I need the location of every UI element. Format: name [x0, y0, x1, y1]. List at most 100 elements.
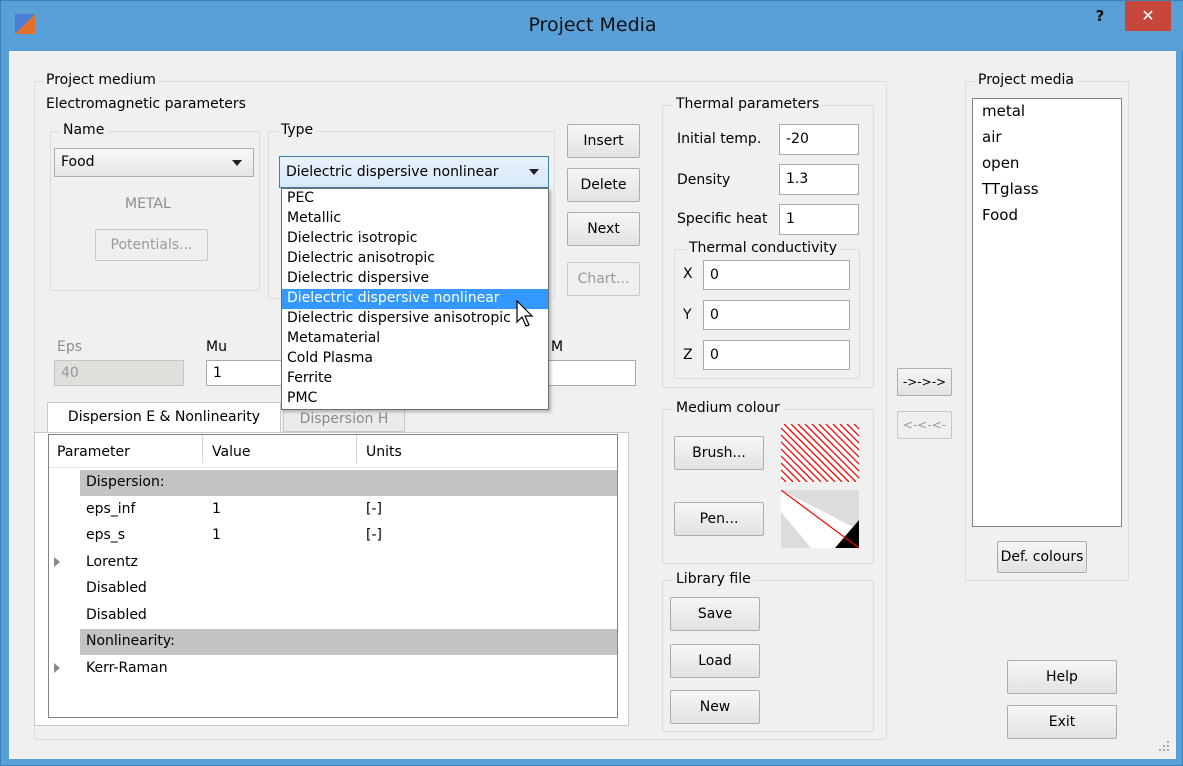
param-cell: eps_s	[86, 527, 126, 543]
type-option[interactable]: Dielectric dispersive anisotropic	[282, 309, 548, 329]
type-option[interactable]: Ferrite	[282, 369, 548, 389]
brush-preview	[781, 424, 859, 482]
project-medium-title: Project medium	[43, 72, 159, 88]
type-option[interactable]: Metallic	[282, 209, 548, 229]
eps-field[interactable]: 40	[54, 360, 184, 386]
type-select[interactable]: Dielectric dispersive nonlinear	[279, 156, 549, 188]
param-cell: eps_inf	[86, 500, 136, 517]
tree-row[interactable]: Disabled	[49, 576, 625, 602]
medium-colour-title: Medium colour	[673, 400, 783, 416]
add-to-project-button[interactable]: ->->->	[897, 368, 952, 396]
value-cell[interactable]: 1	[212, 527, 221, 543]
em-parameters-title: Electromagnetic parameters	[43, 96, 249, 112]
media-list-item[interactable]: metal	[973, 99, 1121, 125]
chevron-down-icon	[232, 160, 242, 166]
close-button[interactable]: ✕	[1125, 1, 1171, 31]
header-separator	[202, 435, 203, 463]
initial-temp-label: Initial temp.	[677, 131, 762, 147]
conductivity-z-field[interactable]: 0	[703, 340, 850, 370]
name-select-value: Food	[61, 154, 95, 170]
pen-button[interactable]: Pen...	[674, 502, 764, 536]
window-title: Project Media	[528, 14, 657, 36]
header-parameter[interactable]: Parameter	[57, 444, 130, 460]
param-cell: Dispersion:	[86, 474, 165, 490]
tree-section-row[interactable]: Dispersion:	[49, 470, 625, 496]
conductivity-y-field[interactable]: 0	[703, 300, 850, 330]
m-label: M	[551, 339, 564, 355]
tree-section-row[interactable]: Nonlinearity:	[49, 629, 625, 655]
tree-row[interactable]: Lorentz	[49, 550, 625, 576]
brush-button[interactable]: Brush...	[674, 436, 764, 470]
header-separator	[356, 435, 357, 463]
delete-button[interactable]: Delete	[567, 168, 640, 202]
density-label: Density	[677, 172, 731, 188]
type-select-value: Dielectric dispersive nonlinear	[286, 164, 499, 180]
type-option[interactable]: Dielectric dispersive	[282, 269, 548, 289]
media-list-item[interactable]: Food	[973, 203, 1121, 229]
param-cell: Lorentz	[86, 553, 138, 570]
tree-header: Parameter Value Units	[49, 435, 617, 468]
tab-dispersion-e-nonlinearity[interactable]: Dispersion E & Nonlinearity	[47, 402, 281, 433]
tree-row[interactable]: eps_inf 1 [-]	[49, 497, 625, 523]
remove-from-project-button[interactable]: <-<-<-	[897, 411, 952, 439]
expand-arrow-icon[interactable]	[54, 662, 60, 673]
help-button[interactable]: Help	[1007, 660, 1117, 694]
thermal-parameters-title: Thermal parameters	[673, 96, 823, 112]
tree-row[interactable]: eps_s 1 [-]	[49, 523, 625, 549]
expand-arrow-icon[interactable]	[54, 556, 60, 567]
m-field[interactable]	[540, 360, 636, 386]
resize-grip-icon[interactable]	[1158, 740, 1170, 752]
density-field[interactable]: 1.3	[779, 164, 859, 195]
next-button[interactable]: Next	[567, 212, 640, 246]
type-option[interactable]: Metamaterial	[282, 329, 548, 349]
name-group-title: Name	[60, 122, 108, 138]
type-group-title: Type	[278, 122, 317, 138]
header-value[interactable]: Value	[212, 444, 250, 460]
name-select[interactable]: Food	[54, 148, 254, 177]
conductivity-x-field[interactable]: 0	[703, 260, 850, 290]
new-button[interactable]: New	[670, 690, 760, 724]
param-cell: Disabled	[86, 606, 147, 623]
potentials-button[interactable]: Potentials...	[95, 229, 208, 261]
header-units[interactable]: Units	[366, 444, 402, 460]
type-option[interactable]: Dielectric anisotropic	[282, 249, 548, 269]
type-option[interactable]: PMC	[282, 389, 548, 409]
type-dropdown-list[interactable]: PEC Metallic Dielectric isotropic Dielectri…	[281, 188, 549, 410]
exit-button[interactable]: Exit	[1007, 705, 1117, 739]
eps-label: Eps	[57, 339, 83, 355]
chart-button[interactable]: Chart...	[567, 262, 640, 296]
units-cell: [-]	[366, 500, 382, 517]
project-media-title: Project media	[975, 72, 1077, 88]
title-bar[interactable]: Project Media ? ✕	[1, 1, 1183, 51]
value-cell[interactable]: 1	[212, 501, 221, 517]
type-option[interactable]: Cold Plasma	[282, 349, 548, 369]
help-icon[interactable]: ?	[1088, 7, 1112, 31]
media-list-item[interactable]: open	[973, 151, 1121, 177]
units-cell: [-]	[366, 527, 382, 543]
tree-row[interactable]: Kerr-Raman	[49, 656, 625, 682]
project-media-list[interactable]: metal air open TTglass Food	[972, 98, 1122, 527]
conductivity-y-label: Y	[683, 307, 692, 323]
pen-preview	[781, 490, 859, 548]
mouse-cursor-icon	[516, 300, 534, 327]
initial-temp-field[interactable]: -20	[779, 124, 859, 155]
chevron-down-icon	[529, 169, 539, 175]
save-button[interactable]: Save	[670, 597, 760, 631]
def-colours-button[interactable]: Def. colours	[997, 541, 1087, 573]
insert-button[interactable]: Insert	[567, 124, 640, 158]
type-option[interactable]: Dielectric dispersive nonlinear	[282, 289, 548, 309]
specific-heat-label: Specific heat	[677, 211, 768, 227]
param-cell: Disabled	[86, 580, 147, 596]
tree-row[interactable]: Disabled	[49, 603, 625, 629]
param-cell: Kerr-Raman	[86, 659, 168, 676]
type-option[interactable]: PEC	[282, 189, 548, 209]
thermal-conductivity-title: Thermal conductivity	[686, 240, 841, 256]
conductivity-z-label: Z	[683, 347, 693, 363]
load-button[interactable]: Load	[670, 644, 760, 678]
media-list-item[interactable]: air	[973, 125, 1121, 151]
media-list-item[interactable]: TTglass	[973, 177, 1121, 203]
specific-heat-field[interactable]: 1	[779, 204, 859, 235]
parameter-tree[interactable]: Parameter Value Units Dispersion: eps_inf…	[48, 434, 618, 718]
conductivity-x-label: X	[683, 266, 693, 282]
type-option[interactable]: Dielectric isotropic	[282, 229, 548, 249]
